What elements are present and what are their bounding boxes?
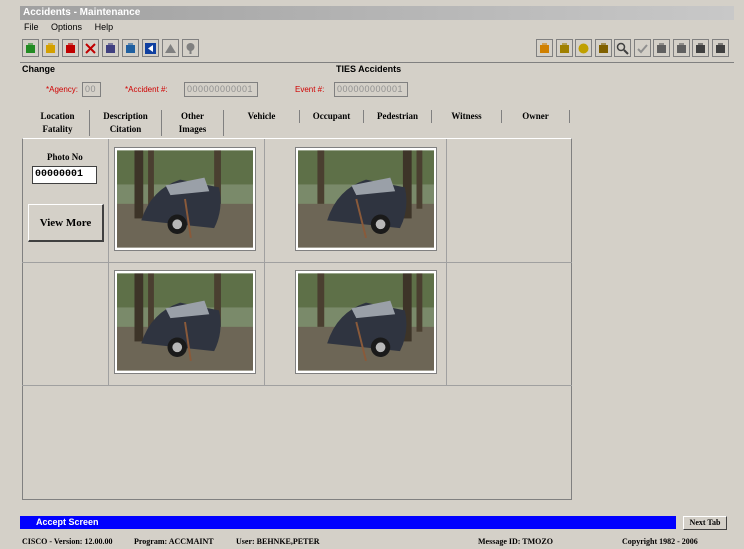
magnifier-icon[interactable] <box>614 39 631 57</box>
agency-field[interactable]: 00 <box>82 82 101 97</box>
navigate-icon[interactable] <box>142 39 159 57</box>
accident-photo-3[interactable] <box>114 270 256 374</box>
view-more-button[interactable]: View More <box>28 204 104 242</box>
photo-1-image <box>117 150 253 248</box>
photo-no-field[interactable]: 00000001 <box>32 166 97 184</box>
globe-icon[interactable] <box>575 39 592 57</box>
status-version: CISCO - Version: 12.00.00 <box>22 537 113 546</box>
up-icon[interactable] <box>162 39 179 57</box>
camera-icon[interactable] <box>692 39 709 57</box>
grid-divider <box>22 385 572 386</box>
accident-photo-4[interactable] <box>295 270 437 374</box>
menu-bar: File Options Help <box>20 21 734 34</box>
photo-4-image <box>298 273 434 371</box>
status-bar: CISCO - Version: 12.00.00 Program: ACCMA… <box>20 535 734 549</box>
save-icon[interactable] <box>62 39 79 57</box>
accident-field[interactable]: 000000000001 <box>184 82 258 97</box>
pencil-icon[interactable] <box>536 39 553 57</box>
status-message: Message ID: TMOZO <box>478 537 553 546</box>
tab-description[interactable]: Description <box>90 110 162 123</box>
notepad-icon[interactable] <box>555 39 573 57</box>
accident-photo-2[interactable] <box>295 147 437 251</box>
recycle-icon[interactable] <box>672 39 690 57</box>
status-program: Program: ACCMAINT <box>134 537 214 546</box>
tab-fatality[interactable]: Fatality <box>26 123 90 136</box>
toolbar <box>20 35 734 63</box>
tab-citation[interactable]: Citation <box>90 123 162 136</box>
folder-icon[interactable] <box>42 39 59 57</box>
event-field[interactable]: 000000000001 <box>334 82 408 97</box>
menu-options[interactable]: Options <box>51 21 82 34</box>
accident-label: *Accident #: <box>125 85 168 94</box>
menu-file[interactable]: File <box>24 21 39 34</box>
mode-label: Change <box>22 64 56 74</box>
agency-label: *Agency: <box>46 85 79 94</box>
window-title-bar: Accidents - Maintenance <box>20 6 734 20</box>
status-copyright: Copyright 1982 - 2006 <box>622 537 698 546</box>
tab-vehicle[interactable]: Vehicle <box>224 110 300 123</box>
photo-3-image <box>117 273 253 371</box>
event-label: Event #: <box>295 85 325 94</box>
accept-screen-bar[interactable]: Accept Screen <box>20 516 676 529</box>
status-user: User: BEHNKE,PETER <box>236 537 320 546</box>
menu-help[interactable]: Help <box>95 21 114 34</box>
checkmark-icon[interactable] <box>633 39 651 57</box>
key-fields: *Agency: 00 *Accident #: 000000000001 Ev… <box>20 78 734 100</box>
grid-divider <box>264 139 265 385</box>
tab-location[interactable]: Location <box>26 110 90 123</box>
window-title: Accidents - Maintenance <box>23 7 141 18</box>
tab-other[interactable]: Other <box>162 110 224 123</box>
next-tab-button[interactable]: Next Tab <box>683 516 727 530</box>
tab-images[interactable]: Images <box>162 123 224 136</box>
photo-2-image <box>298 150 434 248</box>
down-icon[interactable] <box>182 39 199 57</box>
accept-screen-label: Accept Screen <box>36 517 99 527</box>
calculator-icon[interactable] <box>122 39 139 57</box>
tab-owner[interactable]: Owner <box>502 110 570 123</box>
grid-divider <box>22 262 572 263</box>
delete-icon[interactable] <box>82 39 99 57</box>
chart-icon[interactable] <box>594 39 612 57</box>
tab-strip: Location Description Other Vehicle Occup… <box>26 108 582 136</box>
grid-divider <box>446 139 447 385</box>
screen-header: Change TIES Accidents <box>20 64 734 76</box>
tab-occupant[interactable]: Occupant <box>300 110 364 123</box>
exit-icon[interactable] <box>711 39 729 57</box>
photo-no-label: Photo No <box>47 152 83 162</box>
tab-witness[interactable]: Witness <box>432 110 502 123</box>
print-icon[interactable] <box>102 39 119 57</box>
accident-photo-1[interactable] <box>114 147 256 251</box>
disk-icon[interactable] <box>653 39 670 57</box>
screen-title: TIES Accidents <box>336 64 402 74</box>
tab-pedestrian[interactable]: Pedestrian <box>364 110 432 123</box>
open-icon[interactable] <box>22 39 39 57</box>
